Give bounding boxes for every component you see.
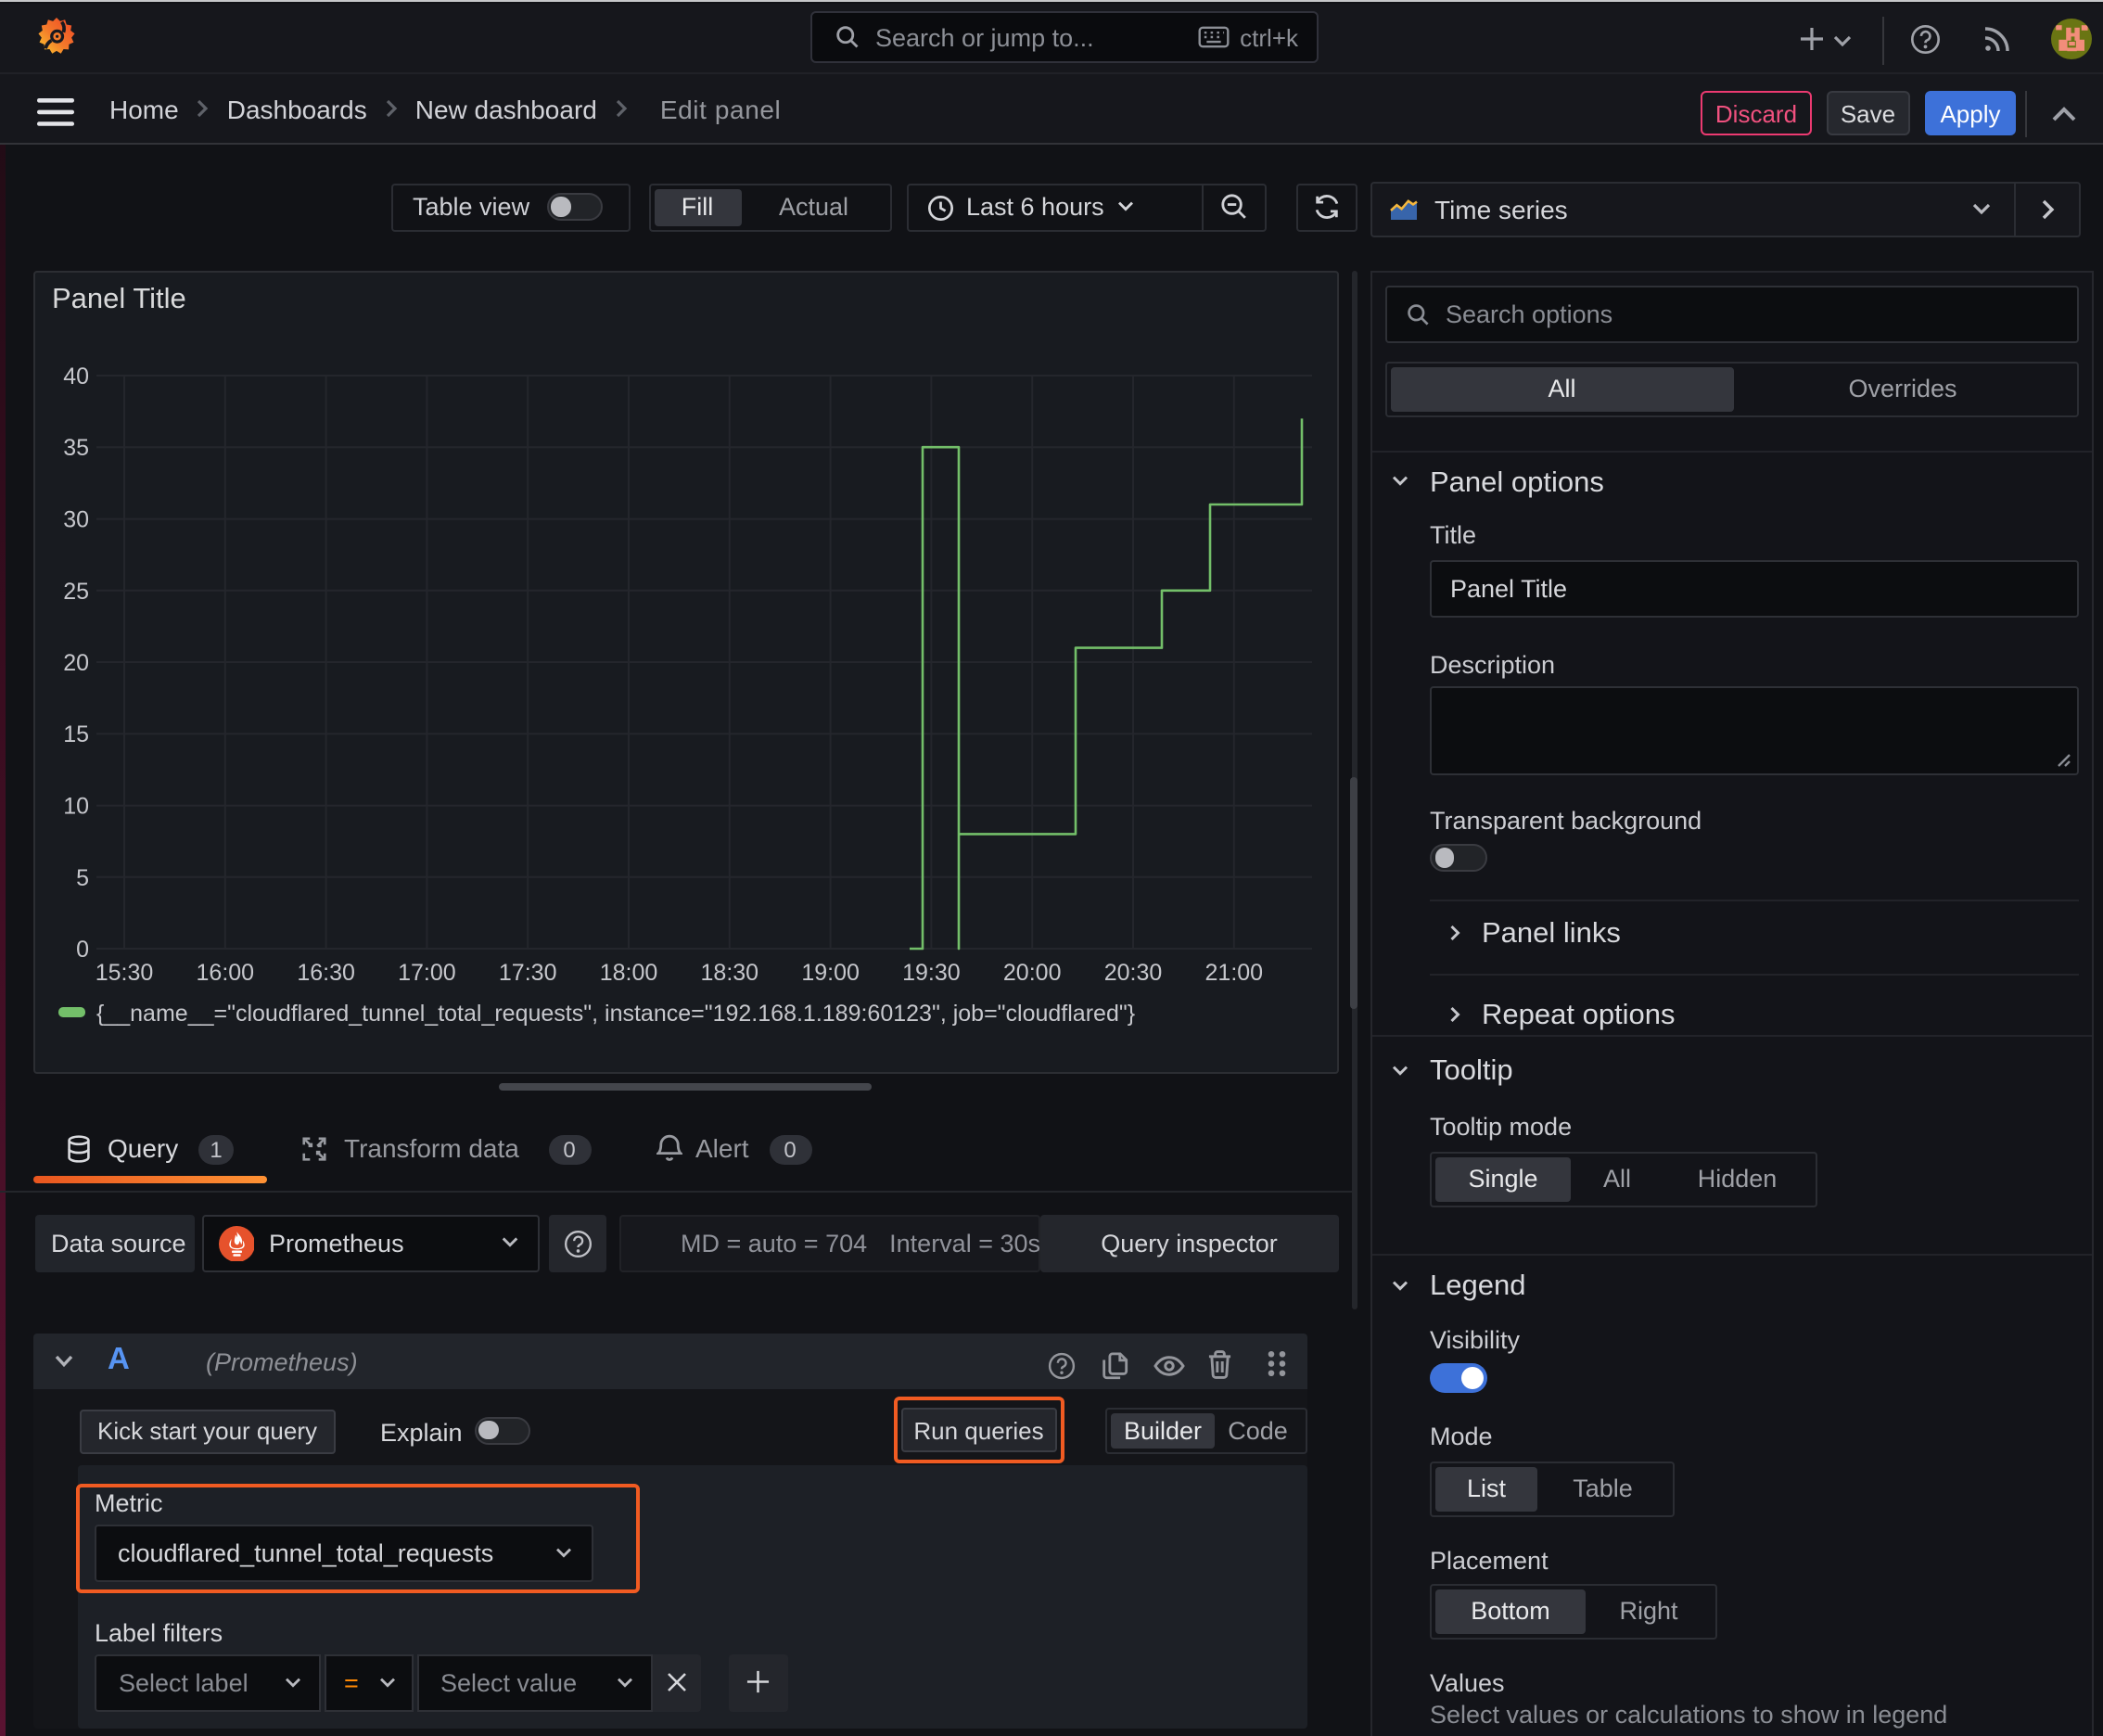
svg-text:40: 40 [63, 363, 89, 389]
svg-text:17:30: 17:30 [499, 959, 557, 985]
svg-text:35: 35 [63, 434, 89, 460]
svg-text:5: 5 [76, 864, 89, 890]
svg-text:{__name__="cloudflared_tunnel_: {__name__="cloudflared_tunnel_total_requ… [96, 1000, 1135, 1026]
svg-text:20:00: 20:00 [1003, 959, 1062, 985]
svg-text:25: 25 [63, 578, 89, 604]
svg-text:21:00: 21:00 [1205, 959, 1264, 985]
svg-text:20:30: 20:30 [1104, 959, 1163, 985]
svg-text:19:30: 19:30 [902, 959, 961, 985]
svg-text:16:30: 16:30 [297, 959, 355, 985]
svg-text:16:00: 16:00 [197, 959, 255, 985]
svg-text:19:00: 19:00 [801, 959, 860, 985]
svg-text:0: 0 [76, 936, 89, 962]
svg-text:18:00: 18:00 [600, 959, 658, 985]
svg-text:15: 15 [63, 721, 89, 747]
svg-text:15:30: 15:30 [96, 959, 154, 985]
svg-text:17:00: 17:00 [398, 959, 456, 985]
svg-text:10: 10 [63, 793, 89, 819]
svg-text:20: 20 [63, 649, 89, 675]
svg-text:30: 30 [63, 506, 89, 532]
svg-text:18:30: 18:30 [701, 959, 759, 985]
